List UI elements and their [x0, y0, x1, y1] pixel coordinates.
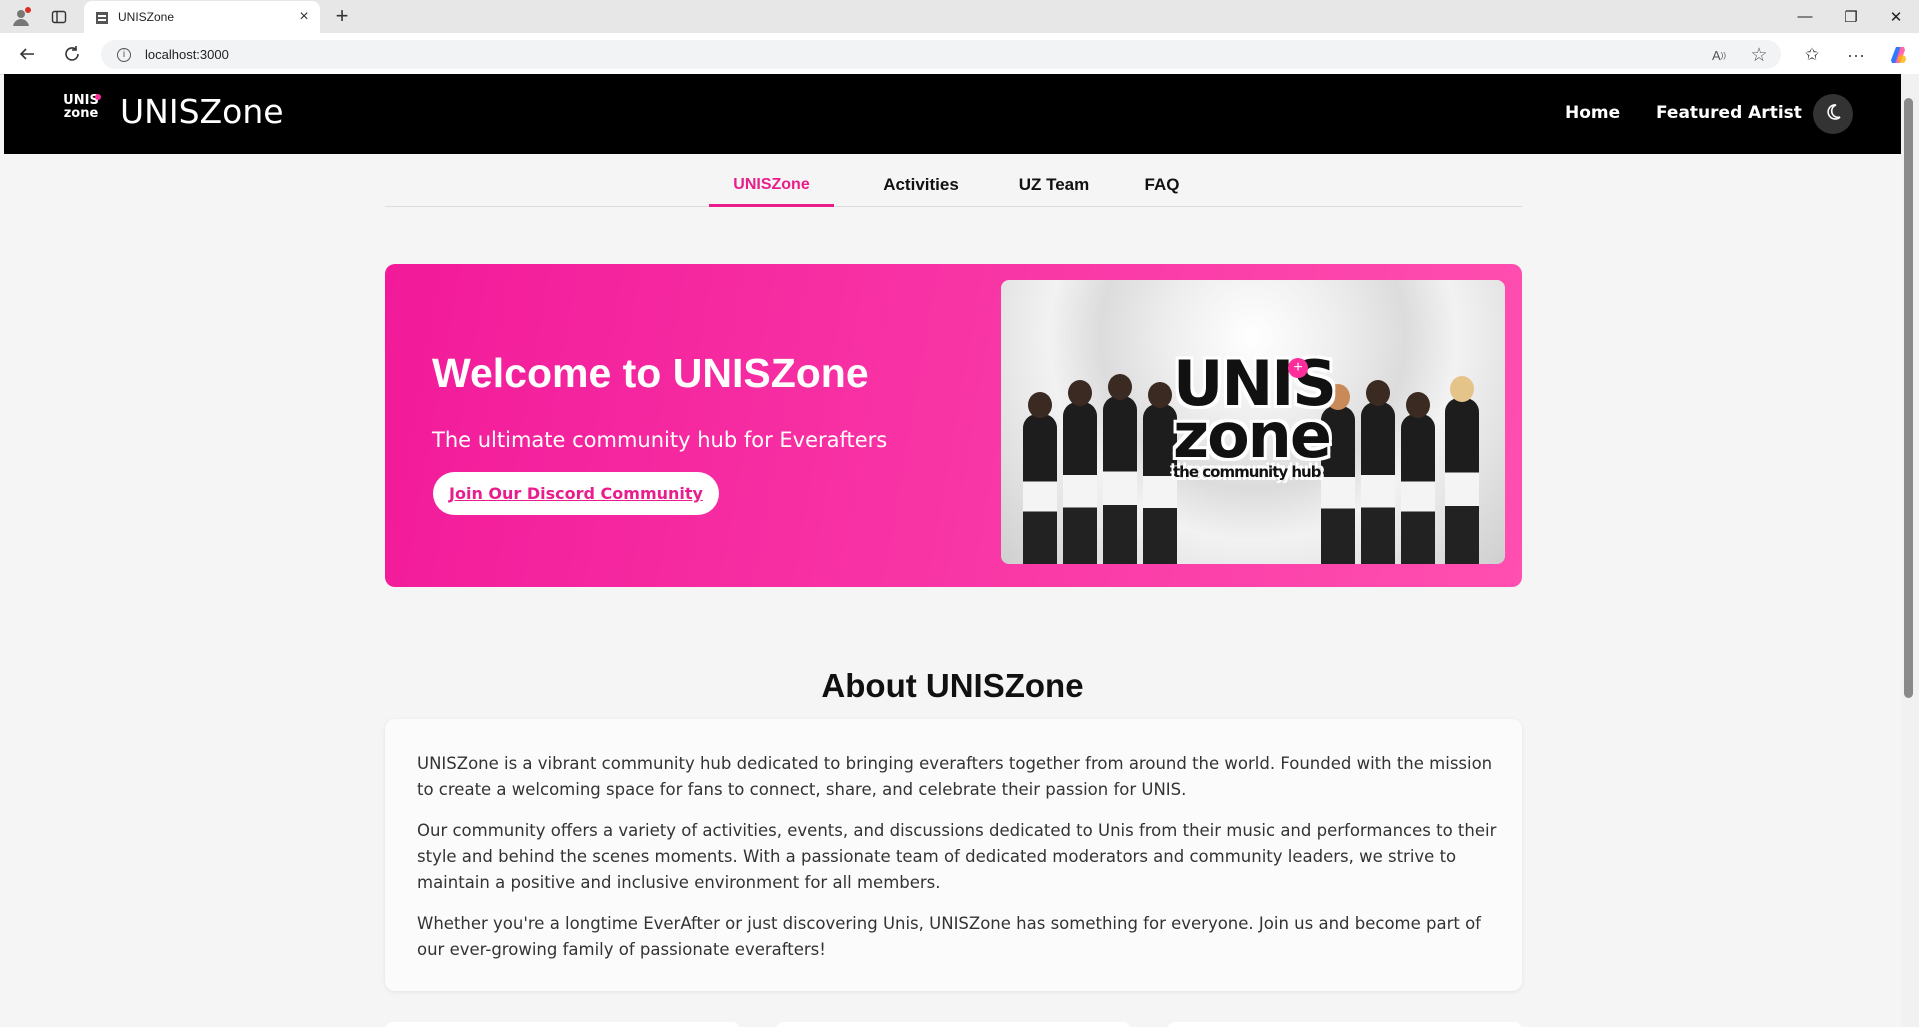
hero-image-logo: UNIS zone the community hub [1173, 347, 1337, 482]
more-menu-icon[interactable]: ··· [1845, 44, 1867, 66]
copilot-icon[interactable] [1886, 43, 1910, 67]
about-paragraph-1: UNISZone is a vibrant community hub dedi… [417, 754, 1493, 799]
minimize-window-icon[interactable]: — [1782, 0, 1828, 33]
about-paragraph-3: Whether you're a longtime EverAfter or j… [417, 914, 1481, 959]
about-card: UNISZone is a vibrant community hub dedi… [385, 719, 1522, 991]
site-logo[interactable]: UNIS zone [61, 94, 101, 134]
close-window-icon[interactable]: ✕ [1873, 0, 1919, 33]
activity-card [1167, 1022, 1522, 1027]
address-bar[interactable]: i localhost:3000 [101, 40, 1781, 69]
scrollbar-thumb[interactable] [1904, 98, 1913, 698]
activity-card [776, 1022, 1131, 1027]
restore-window-icon[interactable]: ❐ [1828, 0, 1874, 33]
activity-card [385, 1022, 740, 1027]
tab-uniszone[interactable]: UNISZone [709, 164, 834, 207]
nav-home-link[interactable]: Home [1565, 103, 1620, 123]
browser-tab-title: UNISZone [118, 10, 175, 24]
about-title: About UNISZone [821, 667, 1084, 705]
tab-uz-team[interactable]: UZ Team [1005, 164, 1103, 204]
hero-subtitle: The ultimate community hub for Everafter… [432, 428, 888, 452]
page-favicon-icon [96, 11, 108, 24]
nav-featured-artist-link[interactable]: Featured Artist [1656, 103, 1802, 123]
tab-faq[interactable]: FAQ [1131, 164, 1193, 204]
tab-activities[interactable]: Activities [872, 164, 970, 204]
hero-group-photo: UNIS zone the community hub + [1001, 280, 1505, 564]
tab-actions-icon[interactable] [50, 8, 68, 26]
about-paragraph-2: Our community offers a variety of activi… [417, 821, 1497, 892]
section-tabs: UNISZone Activities UZ Team FAQ [385, 164, 1522, 207]
favorites-icon[interactable]: ✩ [1801, 44, 1823, 66]
site-info-icon[interactable]: i [117, 47, 131, 62]
site-title[interactable]: UNISZone [120, 92, 284, 131]
new-tab-icon[interactable]: + [330, 3, 354, 28]
profile-icon[interactable] [10, 6, 32, 28]
browser-tab[interactable]: UNISZone × [84, 1, 320, 33]
moon-icon [1824, 103, 1842, 126]
read-aloud-icon[interactable]: A)) [1708, 44, 1730, 66]
hero-title: Welcome to UNISZone [432, 350, 869, 396]
theme-toggle-button[interactable] [1813, 94, 1853, 134]
close-tab-icon[interactable]: × [292, 8, 316, 26]
hero-banner: Welcome to UNISZone The ultimate communi… [385, 264, 1522, 587]
page-viewport: UNIS zone UNISZone Home Featured Artist … [4, 74, 1901, 1027]
reload-icon[interactable] [61, 43, 83, 65]
address-url: localhost:3000 [145, 47, 229, 62]
join-discord-button[interactable]: Join Our Discord Community [433, 472, 719, 515]
plus-icon: + [1288, 358, 1308, 378]
back-icon[interactable] [16, 43, 38, 65]
favorite-star-icon[interactable]: ☆ [1748, 44, 1770, 66]
site-header: UNIS zone UNISZone Home Featured Artist [4, 74, 1901, 154]
